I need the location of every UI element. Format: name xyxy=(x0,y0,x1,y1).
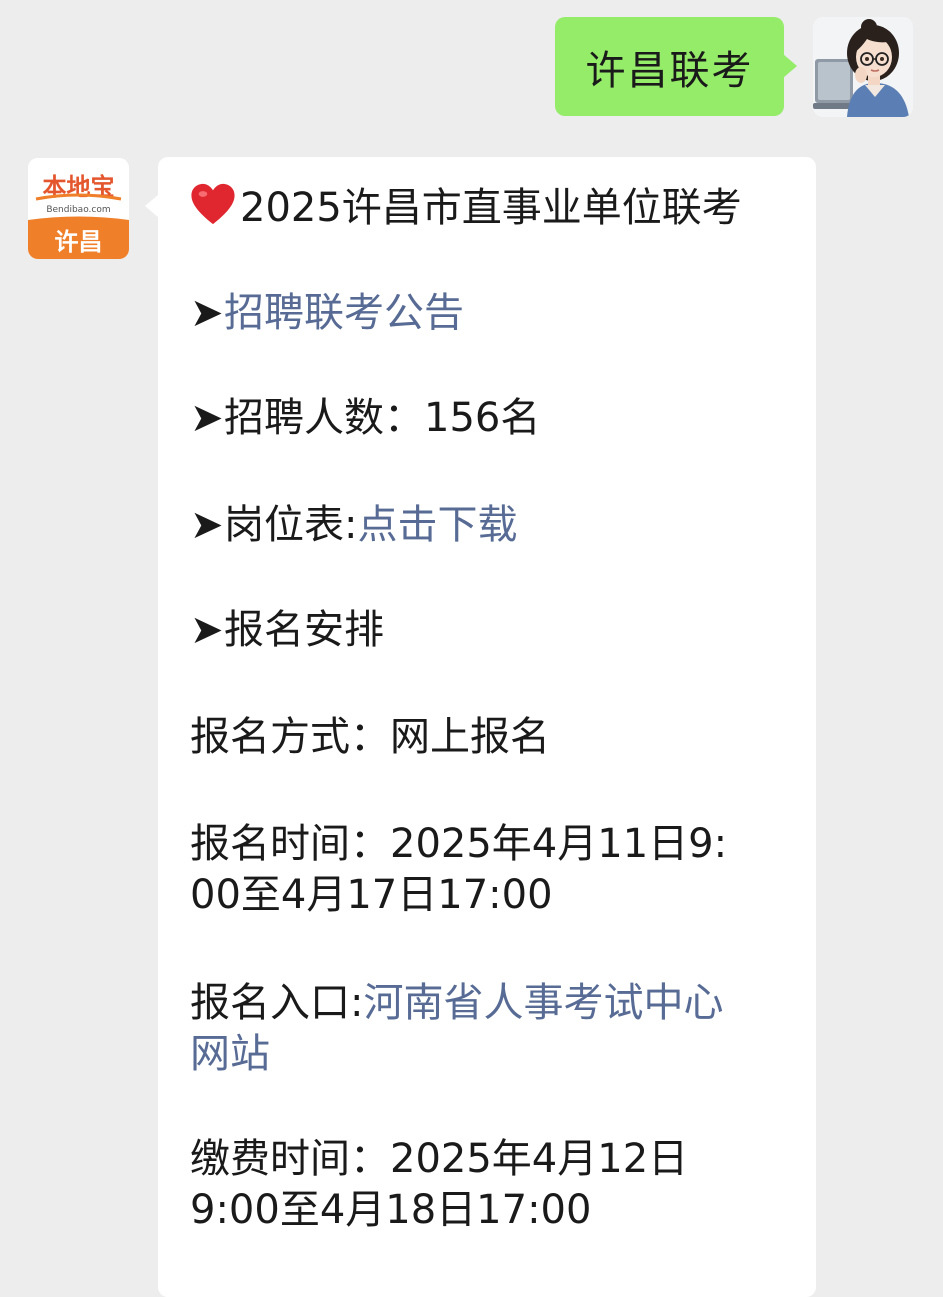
reg-time-value-1: 2025年4月11日9: xyxy=(390,821,728,867)
registration-entry-line: 报名入口:河南省人事考试中心 xyxy=(190,971,723,1035)
bendibao-avatar[interactable]: 本地宝 Bendibao.com 许昌 xyxy=(28,158,129,259)
arrow-icon: ➤ xyxy=(190,607,224,653)
registration-heading: 报名安排 xyxy=(224,607,384,653)
position-table-line: ➤岗位表:点击下载 xyxy=(190,493,517,557)
download-link[interactable]: 点击下载 xyxy=(357,502,517,548)
logo-city-text: 许昌 xyxy=(55,228,103,256)
registration-entry-line-2: 网站 xyxy=(190,1022,270,1086)
message-heading: 2025许昌市直事业单位联考 xyxy=(190,176,742,240)
registration-method-line: 报名方式：网上报名 xyxy=(190,705,550,769)
user-message-bubble[interactable]: 许昌联考 xyxy=(555,17,797,116)
registration-heading-line: ➤报名安排 xyxy=(190,598,384,662)
heading-text: 2025许昌市直事业单位联考 xyxy=(240,185,742,231)
pay-time-value-1: 2025年4月12日 xyxy=(390,1136,689,1182)
method-label: 报名方式： xyxy=(190,714,390,760)
payment-time-line-2: 9:00至4月18日17:00 xyxy=(190,1178,591,1242)
headcount-value: 156名 xyxy=(424,395,541,441)
user-avatar[interactable] xyxy=(813,17,913,117)
pay-time-label: 缴费时间： xyxy=(190,1136,390,1182)
reg-time-label: 报名时间： xyxy=(190,821,390,867)
pay-time-value-2: 9:00至4月18日17:00 xyxy=(190,1187,592,1233)
logo-domain-text: Bendibao.com xyxy=(46,205,110,215)
user-avatar-illustration xyxy=(813,17,913,117)
arrow-icon: ➤ xyxy=(190,395,224,441)
registration-time-line-2: 00至4月17日17:00 xyxy=(190,863,553,927)
headcount-label: 招聘人数： xyxy=(224,395,424,441)
headcount-line: ➤招聘人数：156名 xyxy=(190,386,540,450)
bot-message-bubble[interactable]: 2025许昌市直事业单位联考 ➤招聘联考公告 ➤招聘人数：156名 ➤岗位表:点… xyxy=(145,157,816,1297)
entry-link-continued[interactable]: 网站 xyxy=(190,1031,270,1077)
user-message-text: 许昌联考 xyxy=(585,47,754,94)
bendibao-logo: 本地宝 Bendibao.com 许昌 xyxy=(28,158,129,259)
arrow-icon: ➤ xyxy=(190,290,224,336)
arrow-icon: ➤ xyxy=(190,502,224,548)
notice-line: ➤招聘联考公告 xyxy=(190,281,464,345)
heart-icon xyxy=(191,183,235,225)
position-table-label: 岗位表: xyxy=(224,502,358,548)
notice-link[interactable]: 招聘联考公告 xyxy=(224,290,464,336)
method-value: 网上报名 xyxy=(390,714,550,760)
entry-link[interactable]: 河南省人事考试中心 xyxy=(363,980,723,1026)
entry-label: 报名入口: xyxy=(190,980,364,1026)
reg-time-value-2: 00至4月17日17:00 xyxy=(190,872,553,918)
